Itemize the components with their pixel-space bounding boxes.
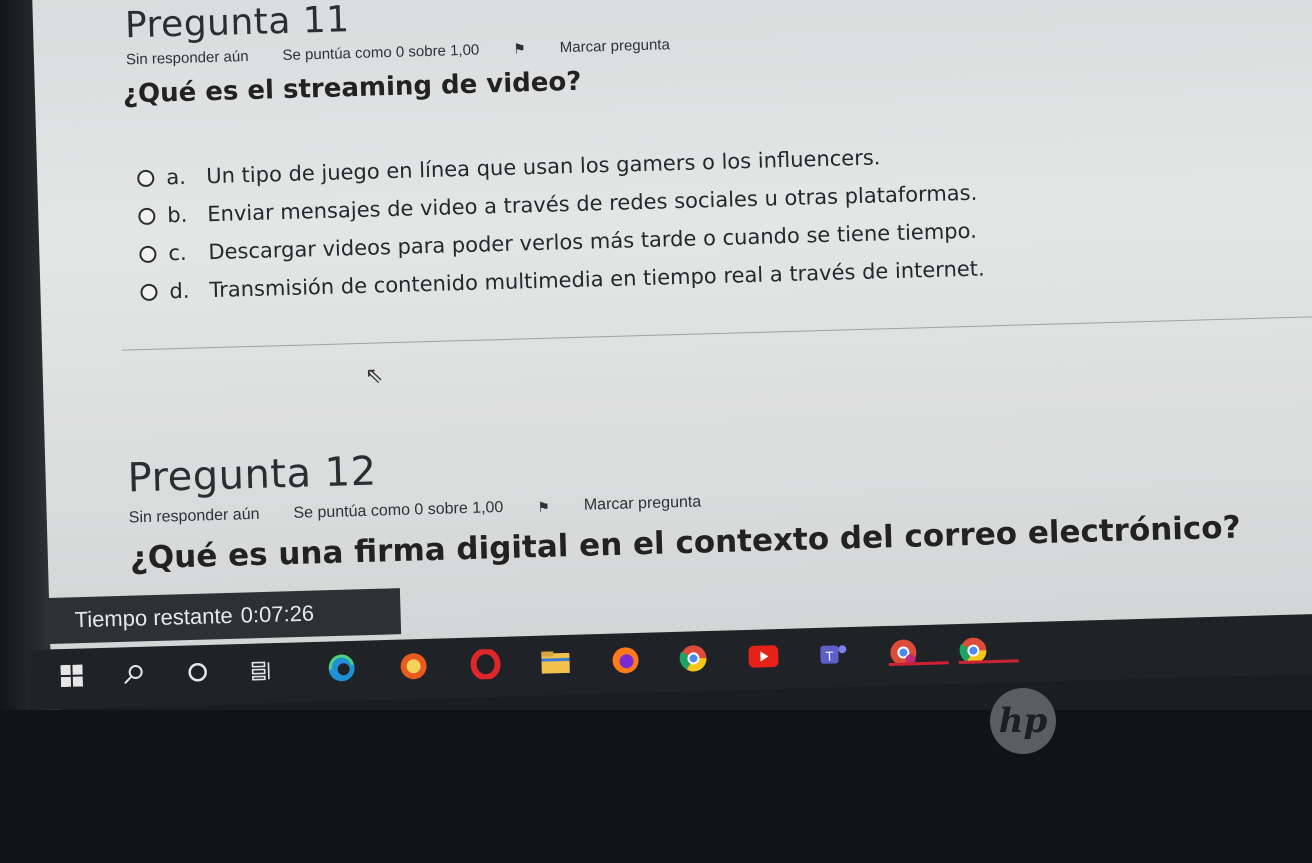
hp-logo: hp	[990, 688, 1056, 754]
flag-question-11-button[interactable]: ⚑ Marcar pregunta	[513, 35, 704, 57]
cortana-icon[interactable]	[180, 655, 215, 690]
radio-button[interactable]	[140, 283, 158, 301]
mouse-cursor-icon: ⇖	[364, 362, 384, 388]
flag-question-12-button[interactable]: ⚑ Marcar pregunta	[537, 493, 735, 517]
option-letter: c.	[168, 240, 187, 266]
question-12-title: Pregunta 12	[127, 448, 378, 502]
flag-icon: ⚑	[513, 40, 527, 57]
task-view-icon[interactable]	[244, 653, 279, 688]
teams-icon[interactable]: T	[816, 637, 851, 672]
question-divider	[122, 316, 1312, 351]
file-explorer-icon[interactable]	[538, 645, 573, 680]
edge-icon[interactable]	[324, 651, 359, 686]
hp-logo-text: hp	[998, 701, 1048, 741]
timer-label: Tiempo restante	[74, 602, 234, 633]
monitor-bottom-bezel	[0, 710, 1312, 863]
flag-icon: ⚑	[537, 498, 551, 515]
timer-value: 0:07:26	[240, 600, 315, 628]
chrome-icon[interactable]	[676, 641, 711, 676]
question-11-score: Se puntúa como 0 sobre 1,00	[282, 41, 480, 65]
question-12-score: Se puntúa como 0 sobre 1,00	[293, 499, 504, 522]
svg-text:T: T	[825, 649, 833, 664]
option-letter: a.	[165, 164, 187, 190]
search-icon[interactable]	[116, 657, 151, 692]
chrome-icon-2[interactable]	[956, 633, 1019, 668]
radio-button[interactable]	[139, 245, 157, 263]
flag-question-11-label: Marcar pregunta	[559, 36, 671, 57]
chrome-profile-icon[interactable]	[886, 635, 949, 670]
question-11-status: Sin responder aún	[125, 47, 249, 69]
question-11-title: Pregunta 11	[124, 0, 351, 47]
opera-icon[interactable]	[468, 647, 503, 682]
option-letter: b.	[167, 202, 188, 228]
windows-start-icon[interactable]	[54, 658, 89, 693]
time-remaining-badge: Tiempo restante 0:07:26	[48, 588, 402, 644]
question-12-status: Sin responder aún	[128, 505, 260, 527]
quiz-screen: Pregunta 11 Sin responder aún Se puntúa …	[32, 0, 1312, 690]
option-letter: d.	[169, 278, 190, 304]
question-11-options: a. Un tipo de juego en línea que usan lo…	[137, 136, 985, 312]
flag-question-12-label: Marcar pregunta	[583, 493, 702, 514]
question-11-text: ¿Qué es el streaming de video?	[122, 66, 582, 110]
radio-button[interactable]	[138, 207, 156, 225]
firefox-icon[interactable]	[608, 643, 643, 678]
radio-button[interactable]	[137, 169, 155, 187]
youtube-icon[interactable]	[746, 639, 781, 674]
brave-icon[interactable]	[396, 649, 431, 684]
